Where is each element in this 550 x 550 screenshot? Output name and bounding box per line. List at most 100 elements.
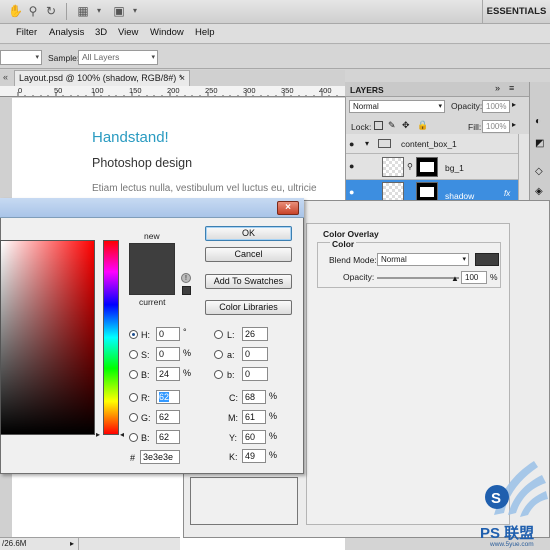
lab-b-radio[interactable] (214, 370, 223, 379)
layers-panel-title[interactable]: LAYERS (350, 85, 384, 95)
layer-blend-mode-dropdown[interactable]: Normal ▾ (349, 100, 445, 113)
blue-input[interactable]: 62 (156, 430, 180, 444)
lab-b-label: b: (227, 370, 235, 380)
zoom-tool-icon[interactable]: ⚲ (26, 4, 40, 18)
eye-icon[interactable]: ● (349, 139, 361, 149)
menu-analysis[interactable]: Analysis (49, 27, 84, 38)
web-safe-color-icon[interactable] (182, 286, 191, 295)
hue-slider[interactable] (103, 240, 119, 435)
hue-radio[interactable] (129, 330, 138, 339)
menu-help[interactable]: Help (195, 27, 215, 38)
overlay-opacity-unit: % (490, 272, 498, 282)
color-group-title: Color (330, 239, 357, 249)
overlay-opacity-input[interactable]: 100 (461, 271, 487, 284)
color-field[interactable] (0, 240, 95, 435)
menu-view[interactable]: View (118, 27, 138, 38)
workspace-switcher[interactable]: ESSENTIALS (482, 0, 550, 24)
ok-button[interactable]: OK (205, 226, 292, 241)
horizontal-scrollbar[interactable] (78, 538, 173, 550)
menu-bar: Filter Analysis 3D View Window Help (0, 24, 550, 44)
sample-size-dropdown[interactable]: ▾ (0, 50, 42, 65)
chevron-right-icon[interactable]: ▸ (512, 100, 516, 109)
arrange-documents-icon[interactable]: ▦ (76, 4, 90, 18)
lab-a-radio[interactable] (214, 350, 223, 359)
brightness-radio[interactable] (129, 370, 138, 379)
saturation-radio[interactable] (129, 350, 138, 359)
layer-mask-thumbnail[interactable] (416, 182, 438, 202)
layer-mask-thumbnail[interactable] (416, 157, 438, 177)
chevron-right-icon[interactable]: ▸ (512, 120, 516, 129)
green-radio[interactable] (129, 413, 138, 422)
watermark-text: PS 联盟 (480, 525, 535, 542)
adjustments-icon[interactable]: ◐ (535, 116, 541, 127)
layer-row-group[interactable]: ● ▾ content_box_1 (346, 134, 518, 154)
out-of-gamut-warning-icon[interactable]: ! (181, 273, 191, 283)
horizontal-ruler: 0 50 100 150 200 250 300 350 400 (0, 86, 345, 97)
tab-scroll-left-icon[interactable]: « (3, 72, 8, 82)
lab-l-input[interactable]: 26 (242, 327, 268, 341)
paths-icon[interactable]: ◇ (535, 166, 543, 177)
layer-row[interactable]: ● ⚲ bg_1 (346, 154, 518, 180)
overlay-blend-mode-dropdown[interactable]: Normal ▾ (377, 253, 469, 266)
cyan-input[interactable]: 68 (242, 390, 266, 404)
black-input[interactable]: 49 (242, 449, 266, 463)
slider-handle-icon[interactable]: ▸ (96, 430, 100, 439)
layers-scrollbar[interactable] (518, 134, 529, 204)
red-radio[interactable] (129, 393, 138, 402)
fill-input[interactable]: 100% (482, 120, 510, 133)
green-input[interactable]: 62 (156, 410, 180, 424)
magenta-input[interactable]: 61 (242, 410, 266, 424)
lab-a-input[interactable]: 0 (242, 347, 268, 361)
close-icon[interactable]: × (180, 71, 185, 86)
lock-transparent-icon[interactable] (374, 121, 383, 130)
styles-icon[interactable]: ◩ (535, 138, 544, 149)
overlay-color-swatch[interactable] (475, 253, 499, 266)
hand-tool-icon[interactable]: ✋ (8, 4, 23, 18)
brightness-input[interactable]: 24 (156, 367, 180, 381)
layer-opacity-input[interactable]: 100% (482, 100, 510, 113)
menu-filter[interactable]: Filter (16, 27, 37, 38)
document-tab[interactable]: Layout.psd @ 100% (shadow, RGB/8#) * × (14, 70, 190, 86)
canvas-heading: Handstand! (92, 129, 169, 146)
lab-l-radio[interactable] (214, 330, 223, 339)
saturation-input[interactable]: 0 (156, 347, 180, 361)
close-icon[interactable]: × (277, 201, 299, 215)
current-color-swatch[interactable] (129, 268, 175, 295)
lock-position-icon[interactable]: ✥ (402, 120, 410, 131)
lock-image-icon[interactable]: ✎ (388, 120, 396, 131)
screen-mode-icon[interactable]: ▣ (112, 4, 126, 18)
lab-b-input[interactable]: 0 (242, 367, 268, 381)
chevron-down-icon: ▾ (35, 54, 39, 61)
status-bar: /26.6M ▸ (0, 537, 180, 550)
red-input[interactable]: 62 (156, 390, 180, 404)
panel-menu-icon[interactable]: ≡ (509, 83, 514, 93)
chevron-down-icon[interactable]: ▾ (365, 139, 369, 148)
menu-3d[interactable]: 3D (95, 27, 107, 38)
hex-input[interactable]: 3e3e3e (140, 450, 180, 464)
rotate-view-icon[interactable]: ↻ (44, 4, 58, 18)
eye-icon[interactable]: ● (349, 187, 361, 197)
chevron-down-icon: ▾ (151, 54, 155, 61)
color-picker-titlebar[interactable] (0, 198, 304, 218)
layer-effects-icon[interactable]: fx (504, 189, 510, 198)
color-libraries-button[interactable]: Color Libraries (205, 300, 292, 315)
eye-icon[interactable]: ● (349, 161, 361, 171)
lock-all-icon[interactable]: 🔒 (417, 120, 428, 131)
add-to-swatches-button[interactable]: Add To Swatches (205, 274, 292, 289)
slider-handle-icon[interactable]: ▲ (451, 274, 459, 283)
hue-input[interactable]: 0 (156, 327, 180, 341)
sample-dropdown[interactable]: All Layers ▾ (78, 50, 158, 65)
play-icon[interactable]: ▸ (70, 538, 74, 550)
cancel-button[interactable]: Cancel (205, 247, 292, 262)
link-icon: ⚲ (407, 162, 413, 171)
chevron-down-icon[interactable]: ▾ (128, 4, 142, 18)
yellow-input[interactable]: 60 (242, 430, 266, 444)
channels-icon[interactable]: ◈ (535, 186, 543, 197)
collapse-icon[interactable]: » (495, 83, 500, 93)
slider-handle-icon[interactable]: ◂ (120, 430, 124, 439)
overlay-opacity-slider[interactable] (377, 277, 459, 279)
menu-window[interactable]: Window (150, 27, 184, 38)
chevron-down-icon[interactable]: ▾ (92, 4, 106, 18)
layer-blend-mode-value: Normal (353, 102, 379, 111)
blue-radio[interactable] (129, 433, 138, 442)
